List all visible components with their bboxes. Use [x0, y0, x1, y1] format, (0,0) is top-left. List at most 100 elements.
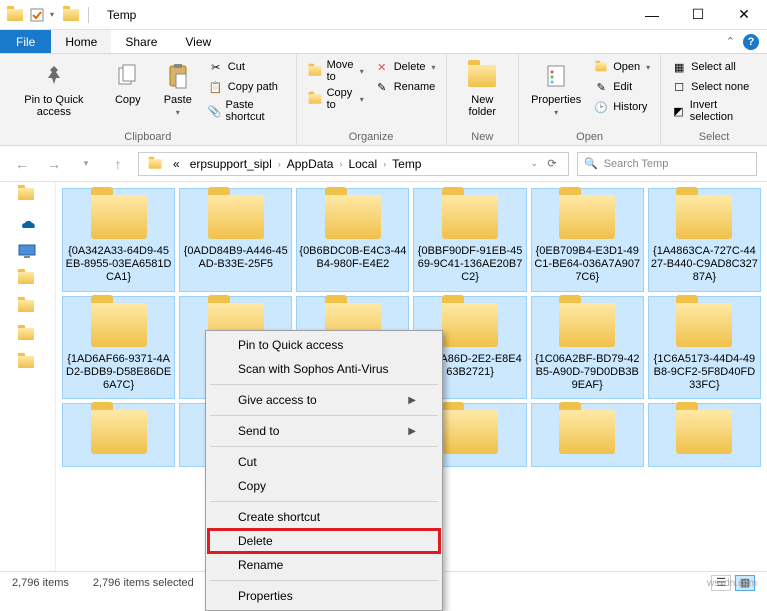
tab-view[interactable]: View [171, 30, 225, 53]
properties-button[interactable]: Properties▾ [527, 58, 585, 119]
delete-icon: ✕ [374, 59, 390, 75]
nav-bar: ← → ▾ ↑ « erpsupport_sipl› AppData› Loca… [0, 146, 767, 182]
context-menu: Pin to Quick access Scan with Sophos Ant… [205, 330, 443, 611]
folder-icon [208, 195, 264, 239]
folder-item[interactable]: {0A342A33-64D9-45EB-8955-03EA6581DCA1} [62, 188, 175, 292]
select-all-button[interactable]: ▦Select all [669, 58, 759, 76]
refresh-icon[interactable]: ⟳ [540, 157, 564, 170]
item-count: 2,796 items [12, 577, 69, 589]
tab-file[interactable]: File [0, 30, 51, 53]
copy-to-button[interactable]: Copy to▾ [305, 86, 366, 112]
close-button[interactable]: ✕ [721, 0, 767, 30]
tab-home[interactable]: Home [51, 30, 111, 53]
folder-icon [442, 410, 498, 454]
breadcrumb-item[interactable]: erpsupport_sipl [186, 157, 276, 171]
up-button[interactable]: ↑ [106, 152, 130, 176]
group-label: Select [669, 129, 759, 143]
folder-item[interactable]: {1C6A5173-44D4-49B8-9CF2-5F8D40FD33FC} [648, 296, 761, 400]
breadcrumb-item[interactable]: AppData [283, 157, 338, 171]
rename-icon: ✎ [374, 79, 390, 95]
group-label: Organize [305, 129, 438, 143]
breadcrumb-item[interactable]: Temp [388, 157, 425, 171]
pin-quick-access-button[interactable]: Pin to Quick access [8, 58, 100, 120]
folder-item[interactable]: {0EB709B4-E3D1-49C1-BE64-036A7A9077C6} [531, 188, 644, 292]
folder-icon [307, 63, 323, 79]
minimize-button[interactable]: — [629, 0, 675, 30]
ctx-create-shortcut[interactable]: Create shortcut [208, 505, 440, 529]
ribbon-tabs: File Home Share View ⌃ ? [0, 30, 767, 54]
folder-item[interactable]: {0BBF90DF-91EB-4569-9C41-136AE20B7C2} [413, 188, 526, 292]
cut-button[interactable]: ✂Cut [206, 58, 288, 76]
new-folder-button[interactable]: New folder [455, 58, 511, 120]
invert-selection-button[interactable]: ◩Invert selection [669, 98, 759, 124]
folder-name: {1C06A2BF-BD79-42B5-A90D-79D0DB3B9EAF} [534, 353, 641, 393]
paste-button[interactable]: Paste▾ [156, 58, 200, 119]
ctx-cut[interactable]: Cut [208, 450, 440, 474]
address-bar[interactable]: « erpsupport_sipl› AppData› Local› Temp … [138, 152, 569, 176]
paste-shortcut-button[interactable]: 📎Paste shortcut [206, 98, 288, 124]
recent-dropdown[interactable]: ▾ [74, 152, 98, 176]
delete-button[interactable]: ✕Delete▾ [372, 58, 438, 76]
chevron-right-icon: ▶ [408, 426, 416, 437]
ctx-sophos[interactable]: Scan with Sophos Anti-Virus [208, 357, 440, 381]
ctx-rename[interactable]: Rename [208, 553, 440, 577]
maximize-button[interactable]: ☐ [675, 0, 721, 30]
folder-icon [442, 303, 498, 347]
scissors-icon: ✂ [208, 59, 224, 75]
edit-button[interactable]: ✎Edit [591, 78, 652, 96]
folder-name: {1C6A5173-44D4-49B8-9CF2-5F8D40FD33FC} [651, 353, 758, 393]
folder-item[interactable]: {1AD6AF66-9371-4AD2-BDB9-D58E86DE6A7C} [62, 296, 175, 400]
paste-icon [162, 60, 194, 92]
ctx-properties[interactable]: Properties [208, 584, 440, 608]
ctx-delete[interactable]: Delete [208, 529, 440, 553]
tree-item[interactable] [18, 300, 38, 316]
group-label: Open [527, 129, 652, 143]
copy-button[interactable]: Copy [106, 58, 150, 108]
ctx-send-to[interactable]: Send to▶ [208, 419, 440, 443]
address-dropdown-icon[interactable]: ⌄ [530, 158, 538, 169]
tree-item[interactable] [18, 356, 38, 372]
select-none-button[interactable]: ☐Select none [669, 78, 759, 96]
ctx-copy[interactable]: Copy [208, 474, 440, 498]
qat-dropdown-icon[interactable]: ▾ [50, 10, 54, 19]
folder-name: {1AD6AF66-9371-4AD2-BDB9-D58E86DE6A7C} [65, 353, 172, 393]
folder-item[interactable]: {1A4863CA-727C-4427-B440-C9AD8C32787A} [648, 188, 761, 292]
open-button[interactable]: Open▾ [591, 58, 652, 76]
ctx-give-access[interactable]: Give access to▶ [208, 388, 440, 412]
this-pc-icon[interactable] [18, 244, 38, 260]
folder-icon [91, 195, 147, 239]
tree-item[interactable] [18, 188, 38, 204]
forward-button[interactable]: → [42, 152, 66, 176]
rename-button[interactable]: ✎Rename [372, 78, 438, 96]
group-label: Clipboard [8, 129, 288, 143]
help-icon[interactable]: ? [743, 34, 759, 50]
tree-item[interactable] [18, 272, 38, 288]
tree-item[interactable] [18, 328, 38, 344]
folder-item[interactable] [62, 403, 175, 467]
history-button[interactable]: 🕑History [591, 98, 652, 116]
collapse-ribbon-icon[interactable]: ⌃ [726, 35, 735, 48]
ribbon-group-select: ▦Select all ☐Select none ◩Invert selecti… [661, 54, 767, 145]
folder-icon [307, 91, 323, 107]
back-button[interactable]: ← [10, 152, 34, 176]
folder-item[interactable] [648, 403, 761, 467]
copy-path-icon: 📋 [208, 79, 224, 95]
onedrive-icon[interactable] [18, 216, 38, 232]
shortcut-icon: 📎 [208, 103, 222, 119]
move-to-button[interactable]: Move to▾ [305, 58, 366, 84]
ribbon-group-new: New folder New [447, 54, 520, 145]
copy-path-button[interactable]: 📋Copy path [206, 78, 288, 96]
checkbox-icon[interactable] [28, 6, 46, 24]
ctx-pin[interactable]: Pin to Quick access [208, 333, 440, 357]
folder-item[interactable] [531, 403, 644, 467]
folder-item[interactable]: {0B6BDC0B-E4C3-44B4-980F-E4E2 [296, 188, 409, 292]
window-title: Temp [107, 8, 136, 22]
folder-item[interactable]: {1C06A2BF-BD79-42B5-A90D-79D0DB3B9EAF} [531, 296, 644, 400]
invert-icon: ◩ [671, 103, 686, 119]
tab-share[interactable]: Share [111, 30, 171, 53]
folder-item[interactable]: {0ADD84B9-A446-45AD-B33E-25F5 [179, 188, 292, 292]
breadcrumb-prefix[interactable]: « [169, 157, 184, 171]
search-box[interactable]: 🔍 Search Temp [577, 152, 757, 176]
nav-tree[interactable] [0, 182, 56, 571]
breadcrumb-item[interactable]: Local [344, 157, 381, 171]
